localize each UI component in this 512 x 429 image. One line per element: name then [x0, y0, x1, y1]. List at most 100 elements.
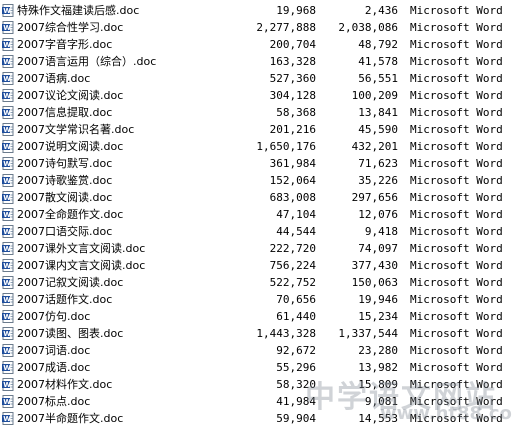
file-size: 47,104 — [276, 208, 316, 221]
svg-text:W: W — [3, 245, 11, 253]
word-doc-icon: W — [2, 293, 15, 306]
file-name: 2007半命题作文.doc — [17, 412, 124, 425]
file-type: Microsoft Word — [410, 174, 503, 187]
file-name: 2007材料作文.doc — [17, 378, 113, 391]
file-size: 527,360 — [269, 72, 316, 85]
file-row[interactable]: W 2007诗句默写.doc 361,984 71,623 Microsoft Word — [0, 155, 512, 172]
svg-text:W: W — [3, 7, 11, 15]
word-doc-icon: W — [2, 106, 15, 119]
file-name: 2007全命题作文.doc — [17, 208, 124, 221]
word-doc-icon: W — [2, 276, 15, 289]
file-size: 201,216 — [269, 123, 316, 136]
file-row[interactable]: W 2007标点.doc 41,984 9,081 Microsoft Word — [0, 393, 512, 410]
word-doc-icon: W — [2, 4, 15, 17]
file-row[interactable]: W 2007信息提取.doc 58,368 13,841 Microsoft Word — [0, 104, 512, 121]
file-name: 2007课外文言文阅读.doc — [17, 242, 146, 255]
file-row[interactable]: W 2007字音字形.doc 200,704 48,792 Microsoft Word — [0, 36, 512, 53]
file-size: 55,296 — [276, 361, 316, 374]
word-doc-icon: W — [2, 174, 15, 187]
file-row[interactable]: W 2007全命题作文.doc 47,104 12,076 Microsoft Word — [0, 206, 512, 223]
file-size: 522,752 — [269, 276, 316, 289]
file-size: 200,704 — [269, 38, 316, 51]
file-type: Microsoft Word — [410, 293, 503, 306]
file-type: Microsoft Word — [410, 38, 503, 51]
file-row[interactable]: W 2007记叙文阅读.doc 522,752 150,063 Microsoft Wo… — [0, 274, 512, 291]
file-size: 683,008 — [269, 191, 316, 204]
svg-text:W: W — [3, 211, 11, 219]
file-name: 2007口语交际.doc — [17, 225, 113, 238]
file-type: Microsoft Word — [410, 55, 503, 68]
file-packed-size: 41,578 — [358, 55, 398, 68]
file-type: Microsoft Word — [410, 21, 503, 34]
svg-text:W: W — [3, 381, 11, 389]
svg-text:W: W — [3, 143, 11, 151]
file-row[interactable]: W 2007综合性学习.doc 2,277,888 2,038,086 Microsof… — [0, 19, 512, 36]
file-row[interactable]: W 2007课外文言文阅读.doc 222,720 74,097 Microsoft W… — [0, 240, 512, 257]
file-row[interactable]: W 2007文学常识名著.doc 201,216 45,590 Microsoft Wo… — [0, 121, 512, 138]
file-row[interactable]: W 2007说明文阅读.doc 1,650,176 432,201 Microsoft … — [0, 138, 512, 155]
file-row[interactable]: W 2007口语交际.doc 44,544 9,418 Microsoft Word — [0, 223, 512, 240]
file-type: Microsoft Word — [410, 72, 503, 85]
word-doc-icon: W — [2, 191, 15, 204]
file-packed-size: 71,623 — [358, 157, 398, 170]
svg-text:W: W — [3, 126, 11, 134]
file-row[interactable]: W 2007课内文言文阅读.doc 756,224 377,430 Microsoft … — [0, 257, 512, 274]
svg-text:W: W — [3, 262, 11, 270]
file-row[interactable]: W 2007话题作文.doc 70,656 19,946 Microsoft Word — [0, 291, 512, 308]
word-doc-icon: W — [2, 412, 15, 425]
file-type: Microsoft Word — [410, 106, 503, 119]
word-doc-icon: W — [2, 89, 15, 102]
word-doc-icon: W — [2, 259, 15, 272]
file-size: 361,984 — [269, 157, 316, 170]
file-row[interactable]: W 2007语病.doc 527,360 56,551 Microsoft Word — [0, 70, 512, 87]
file-size: 92,672 — [276, 344, 316, 357]
word-doc-icon: W — [2, 378, 15, 391]
file-packed-size: 100,209 — [351, 89, 398, 102]
word-doc-icon: W — [2, 21, 15, 34]
file-row[interactable]: W 2007半命题作文.doc 59,904 14,553 Microsoft Word — [0, 410, 512, 427]
file-size: 61,440 — [276, 310, 316, 323]
file-row[interactable]: W 2007议论文阅读.doc 304,128 100,209 Microsoft Wo… — [0, 87, 512, 104]
file-type: Microsoft Word — [410, 225, 503, 238]
svg-text:W: W — [3, 364, 11, 372]
file-type: Microsoft Word — [410, 191, 503, 204]
file-size: 59,904 — [276, 412, 316, 425]
file-type: Microsoft Word — [410, 378, 503, 391]
file-name: 2007语病.doc — [17, 72, 91, 85]
file-packed-size: 13,982 — [358, 361, 398, 374]
file-packed-size: 19,946 — [358, 293, 398, 306]
file-size: 152,064 — [269, 174, 316, 187]
word-doc-icon: W — [2, 361, 15, 374]
file-name: 2007读图、图表.doc — [17, 327, 124, 340]
file-row[interactable]: W 2007诗歌鉴赏.doc 152,064 35,226 Microsoft Word — [0, 172, 512, 189]
file-type: Microsoft Word — [410, 361, 503, 374]
file-type: Microsoft Word — [410, 89, 503, 102]
file-row[interactable]: W 2007读图、图表.doc 1,443,328 1,337,544 Microsof… — [0, 325, 512, 342]
file-row[interactable]: W 2007词语.doc 92,672 23,280 Microsoft Word — [0, 342, 512, 359]
word-doc-icon: W — [2, 208, 15, 221]
file-size: 70,656 — [276, 293, 316, 306]
file-row[interactable]: W 特殊作文福建读后感.doc 19,968 2,436 Microsoft Word — [0, 2, 512, 19]
svg-text:W: W — [3, 160, 11, 168]
word-doc-icon: W — [2, 310, 15, 323]
file-packed-size: 9,081 — [364, 395, 398, 408]
file-row[interactable]: W 2007成语.doc 55,296 13,982 Microsoft Word — [0, 359, 512, 376]
file-packed-size: 2,436 — [364, 4, 398, 17]
file-packed-size: 150,063 — [351, 276, 398, 289]
svg-text:W: W — [3, 347, 11, 355]
file-packed-size: 377,430 — [351, 259, 398, 272]
word-doc-icon: W — [2, 395, 15, 408]
word-doc-icon: W — [2, 72, 15, 85]
file-row[interactable]: W 2007散文阅读.doc 683,008 297,656 Microsoft Wor… — [0, 189, 512, 206]
file-row[interactable]: W 2007材料作文.doc 58,320 15,809 Microsoft Word — [0, 376, 512, 393]
file-row[interactable]: W 2007语言运用（综合）.doc 163,328 41,578 Microsoft … — [0, 53, 512, 70]
file-size: 2,277,888 — [256, 21, 316, 34]
file-name: 2007文学常识名著.doc — [17, 123, 135, 136]
file-packed-size: 2,038,086 — [338, 21, 398, 34]
file-name: 2007说明文阅读.doc — [17, 140, 124, 153]
file-row[interactable]: W 2007仿句.doc 61,440 15,234 Microsoft Word — [0, 308, 512, 325]
word-doc-icon: W — [2, 38, 15, 51]
file-type: Microsoft Word — [410, 259, 503, 272]
file-type: Microsoft Word — [410, 395, 503, 408]
file-packed-size: 45,590 — [358, 123, 398, 136]
